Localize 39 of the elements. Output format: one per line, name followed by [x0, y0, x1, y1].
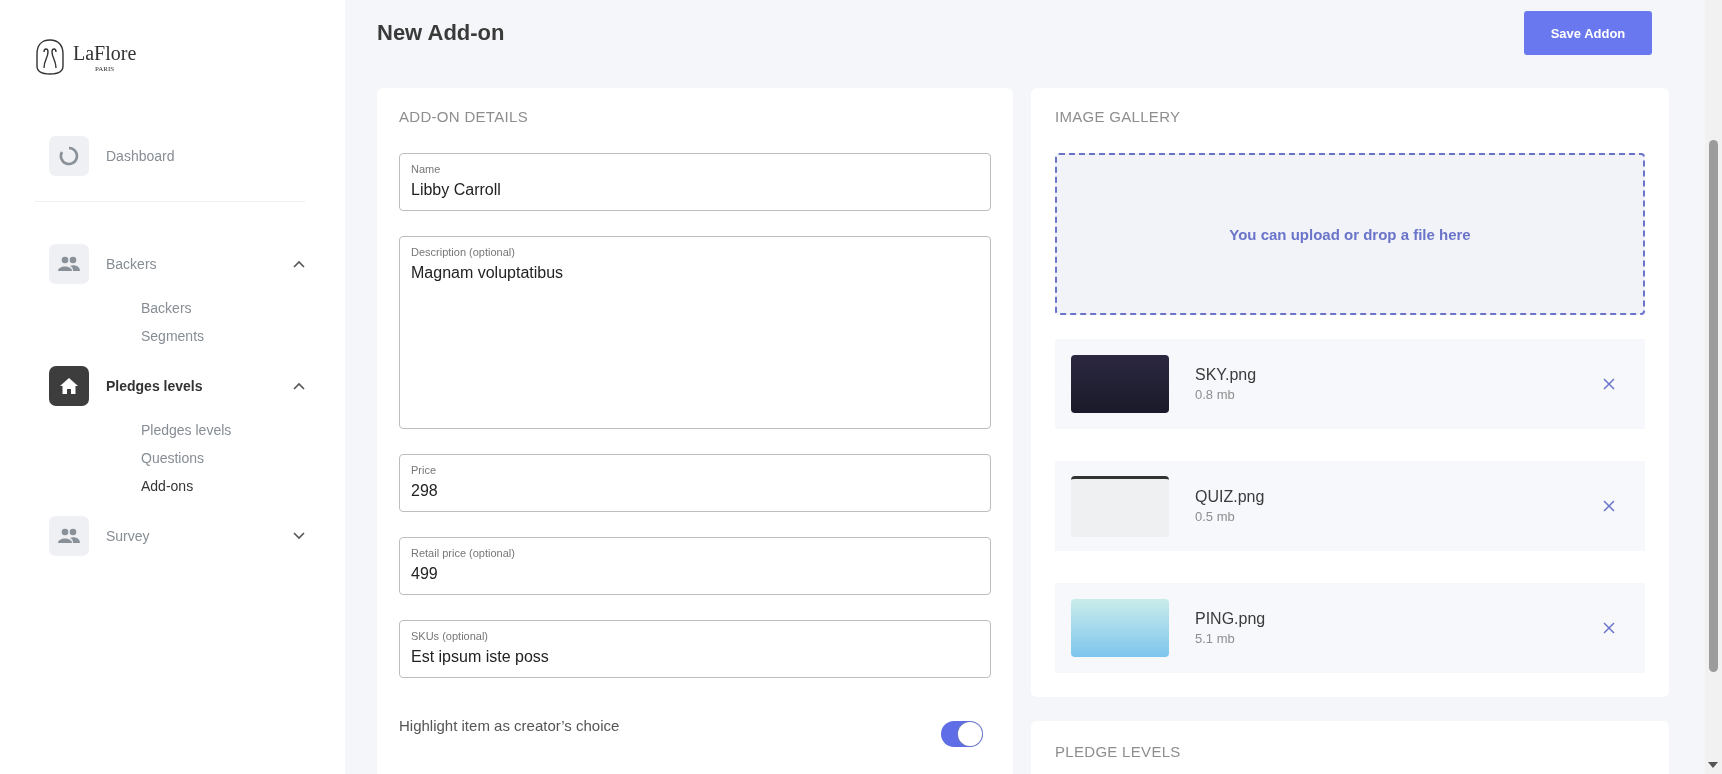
section-heading: IMAGE GALLERY — [1055, 108, 1182, 125]
brand-name: LaFlore — [73, 41, 137, 65]
file-size: 0.8 mb — [1195, 387, 1236, 402]
save-button[interactable]: Save Addon — [1524, 11, 1652, 55]
people-icon — [58, 528, 80, 544]
page-title: New Add-on — [377, 20, 505, 46]
ring-icon — [59, 146, 79, 166]
sidebar-subitem[interactable]: Pledges levels — [141, 422, 232, 438]
scrollbar-thumb[interactable] — [1709, 140, 1718, 672]
sidebar-subitem[interactable]: Add-ons — [141, 478, 194, 494]
logo-icon — [35, 38, 65, 76]
file-name: SKY.png — [1195, 366, 1258, 384]
file-name: QUIZ.png — [1195, 488, 1266, 506]
file-size: 0.5 mb — [1195, 509, 1236, 524]
scroll-down-icon[interactable] — [1708, 762, 1718, 768]
sidebar-item[interactable]: Pledges levels — [35, 366, 313, 406]
home-icon — [59, 377, 79, 395]
input-field[interactable]: Name Libby Carroll — [399, 153, 991, 211]
sidebar-subitem[interactable]: Segments — [141, 328, 205, 344]
input-field[interactable]: Price 298 — [399, 454, 991, 512]
input-field[interactable]: Retail price (optional) 499 — [399, 537, 991, 595]
people-icon — [58, 256, 80, 272]
upload-dropzone[interactable]: You can upload or drop a file here — [1055, 153, 1645, 315]
sidebar-item[interactable]: Backers — [35, 244, 313, 284]
close-icon[interactable] — [1603, 378, 1615, 390]
input-field[interactable]: Description (optional) Magnam voluptatibus — [399, 236, 991, 429]
close-icon[interactable] — [1603, 622, 1615, 634]
section-heading: PLEDGE LEVELS — [1055, 743, 1182, 760]
close-icon[interactable] — [1603, 500, 1615, 512]
sidebar-item[interactable]: Survey — [35, 516, 313, 556]
sidebar-subitem[interactable]: Questions — [141, 450, 205, 466]
file-name: PING.png — [1195, 610, 1267, 628]
toggle-label: Highlight item as creator’s choice — [399, 716, 620, 734]
section-heading: ADD-ON DETAILS — [399, 108, 529, 125]
file-size: 5.1 mb — [1195, 631, 1236, 646]
sidebar-item[interactable]: Dashboard — [35, 136, 313, 176]
input-field[interactable]: SKUs (optional) Est ipsum iste poss — [399, 620, 991, 678]
toggle-switch[interactable] — [941, 721, 983, 747]
sidebar-subitem[interactable]: Backers — [141, 300, 192, 316]
